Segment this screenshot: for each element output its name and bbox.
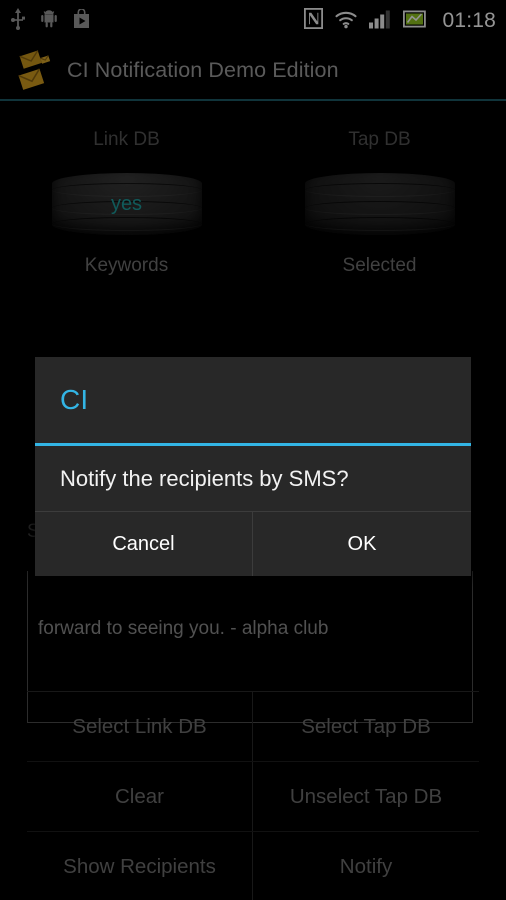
dialog-button-bar: Cancel OK — [35, 512, 471, 576]
dialog-message: Notify the recipients by SMS? — [60, 465, 349, 491]
dialog-ok-button[interactable]: OK — [253, 512, 471, 576]
dialog-title: CI — [60, 384, 89, 415]
dialog-title-bar: CI — [35, 357, 471, 446]
confirm-dialog: CI Notify the recipients by SMS? Cancel … — [35, 357, 471, 576]
dialog-message-area: Notify the recipients by SMS? — [35, 446, 471, 512]
dialog-cancel-button[interactable]: Cancel — [35, 512, 253, 576]
app-screen: 01:18 CI Notification Demo Edition Link … — [0, 0, 506, 900]
